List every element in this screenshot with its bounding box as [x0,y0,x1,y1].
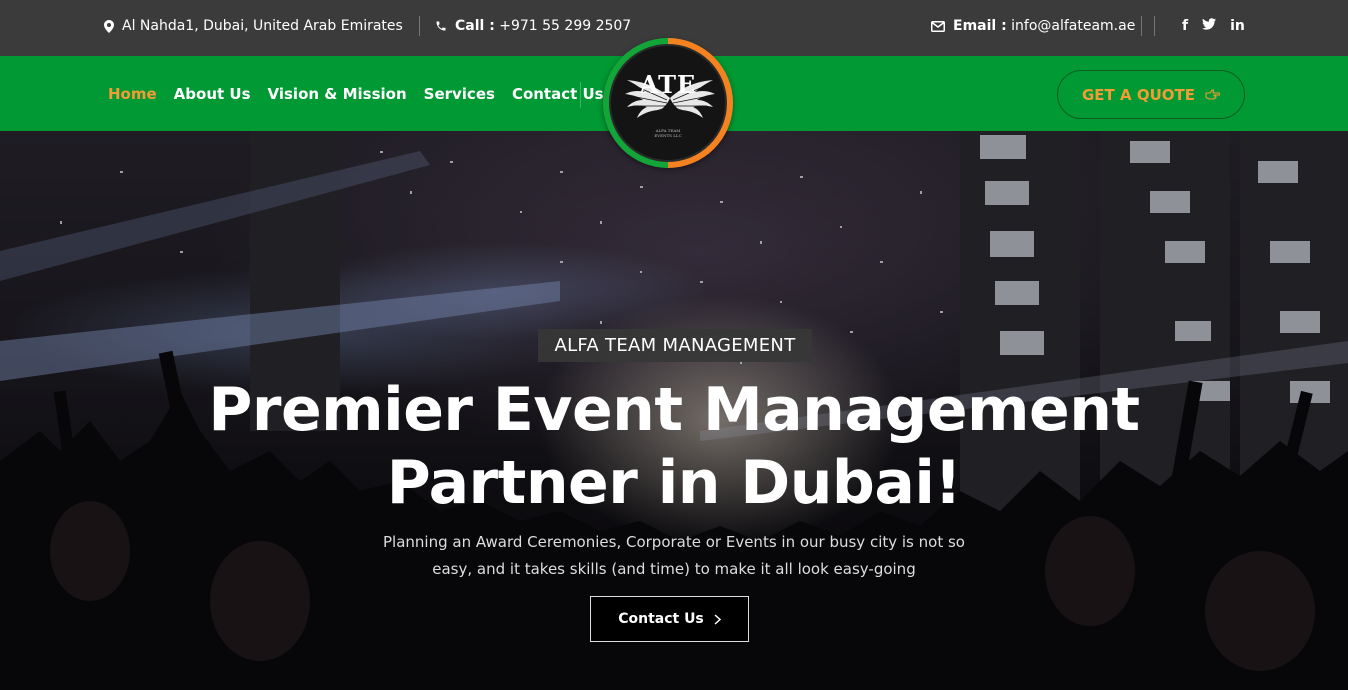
nav-item-about-us[interactable]: About Us [174,85,251,103]
hero-headline-line1: Premier Event Management [208,375,1140,445]
logo-badge: ATE ALFA TEAM EVENTS LLC [609,44,727,162]
address-text: Al Nahda1, Dubai, United Arab Emirates [122,18,403,34]
map-pin-icon [104,19,114,33]
nav-item-contact-us[interactable]: Contact Us [512,85,604,103]
nav-menu: Home About Us Vision & Mission Services … [108,56,621,131]
email-address[interactable]: info@alfateam.ae [1011,18,1135,34]
topbar-divider [1154,16,1155,36]
envelope-icon [931,20,945,32]
hand-point-right-icon [1205,89,1220,100]
phone-icon [436,21,446,31]
hero-headline: Premier Event Management Partner in Duba… [0,374,1348,520]
nav-item-vision-mission[interactable]: Vision & Mission [268,85,407,103]
logo-subtext: ALFA TEAM EVENTS LLC [654,128,682,138]
contact-us-label: Contact Us [618,611,704,627]
call-number[interactable]: +971 55 299 2507 [499,18,631,34]
logo-text: ATE [639,70,697,99]
brand-logo[interactable]: ATE ALFA TEAM EVENTS LLC [603,38,733,168]
facebook-icon[interactable]: f [1182,18,1188,34]
get-a-quote-button[interactable]: GET A QUOTE [1057,70,1245,119]
topbar-divider [1141,16,1142,36]
twitter-icon[interactable] [1202,18,1217,34]
social-links: f in [1168,0,1245,52]
hero-headline-line2: Partner in Dubai! [386,448,962,518]
hero-section: ALFA TEAM MANAGEMENT Premier Event Manag… [0,131,1348,690]
nav-item-home[interactable]: Home [108,85,157,103]
get-a-quote-label: GET A QUOTE [1081,85,1195,104]
linkedin-icon[interactable]: in [1230,18,1245,34]
call-info[interactable]: Call : +971 55 299 2507 [435,0,631,52]
topbar-divider [419,16,420,36]
nav-item-services[interactable]: Services [424,85,495,103]
email-label: Email : [953,18,1007,34]
hero-tagline: ALFA TEAM MANAGEMENT [538,329,812,362]
email-info[interactable]: Email : info@alfateam.ae [931,0,1135,52]
chevron-right-icon [714,613,721,625]
nav-divider [580,82,581,108]
contact-us-button[interactable]: Contact Us [590,596,749,642]
call-label: Call : [455,18,495,34]
address-info: Al Nahda1, Dubai, United Arab Emirates [104,0,403,52]
hero-subtext: Planning an Award Ceremonies, Corporate … [383,533,965,578]
